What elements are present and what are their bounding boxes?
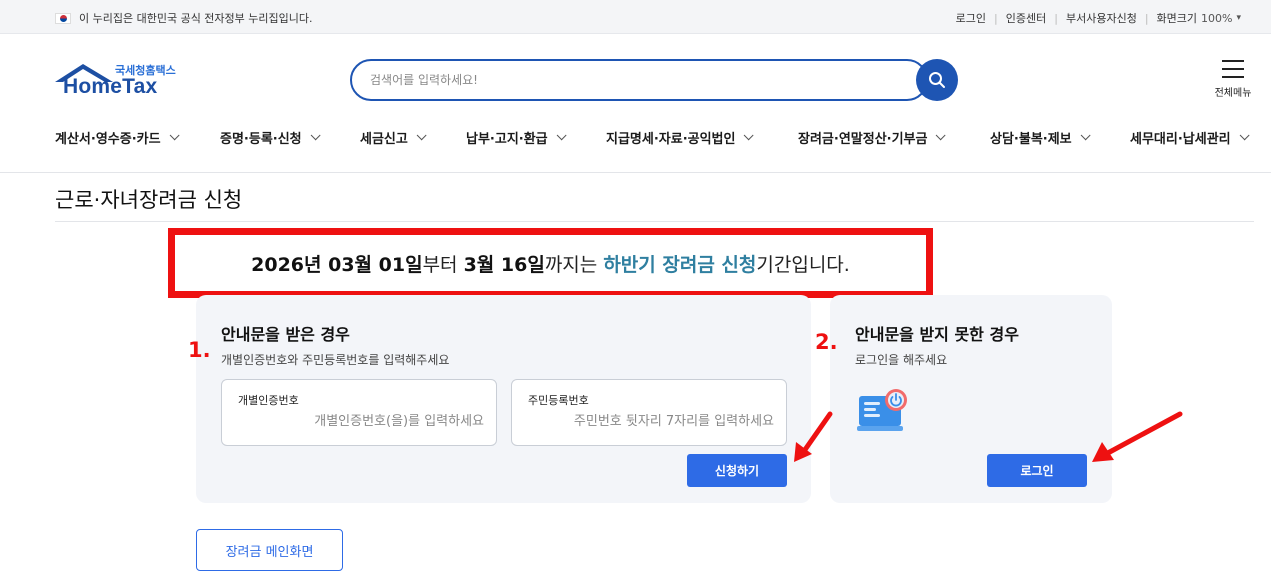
step-number-2: 2. xyxy=(815,330,838,354)
incentive-main-button[interactable]: 장려금 메인화면 xyxy=(196,529,343,571)
utility-links: 로그인 | 인증센터 | 부서사용자신청 | 화면크기 100% ▾ xyxy=(956,10,1241,26)
search-bar xyxy=(350,59,958,101)
field-label: 주민등록번호 xyxy=(528,394,589,407)
search-button[interactable] xyxy=(916,59,958,101)
notice-end-date: 3월 16일 xyxy=(463,253,545,276)
chevron-down-icon xyxy=(310,130,321,141)
divider: | xyxy=(1054,11,1058,25)
nav-item-label: 계산서·영수증·카드 xyxy=(55,132,161,147)
title-divider xyxy=(55,221,1254,222)
notice-start-date: 2026년 03월 01일 xyxy=(251,253,423,276)
nav-item-consulting[interactable]: 상담·불복·제보 xyxy=(990,128,1091,147)
nav-item-statements[interactable]: 지급명세·자료·공익법인 xyxy=(606,128,755,147)
notice-highlight: 하반기 장려금 신청 xyxy=(603,253,757,276)
chevron-down-icon xyxy=(416,130,427,141)
zoom-control[interactable]: 화면크기 100% ▾ xyxy=(1157,10,1241,26)
card-title: 안내문을 받은 경우 xyxy=(221,325,350,344)
card-description: 개별인증번호와 주민등록번호를 입력해주세요 xyxy=(221,353,450,367)
step-number-1: 1. xyxy=(188,338,211,362)
card-description: 로그인을 해주세요 xyxy=(855,353,948,367)
login-button[interactable]: 로그인 xyxy=(987,454,1087,487)
chevron-down-icon xyxy=(936,130,947,141)
notice-text: 부터 xyxy=(422,253,464,276)
cert-center-link[interactable]: 인증센터 xyxy=(1006,10,1046,26)
nav-item-label: 장려금·연말정산·기부금 xyxy=(798,132,928,147)
chevron-down-icon: ▾ xyxy=(1236,13,1241,23)
auth-number-field: 개별인증번호 xyxy=(221,379,497,446)
red-arrow-annotation xyxy=(1092,411,1183,462)
resident-number-input[interactable] xyxy=(534,414,774,429)
zoom-label: 화면크기 xyxy=(1156,12,1198,25)
nav-item-label: 세무대리·납세관리 xyxy=(1130,132,1231,147)
divider: | xyxy=(994,11,998,25)
nav-item-certificates[interactable]: 증명·등록·신청 xyxy=(220,128,321,147)
dept-user-link[interactable]: 부서사용자신청 xyxy=(1066,10,1137,26)
hometax-logo[interactable]: 국세청홈택스 HomeTax xyxy=(53,60,183,102)
page-title: 근로·자녀장려금 신청 xyxy=(55,188,243,212)
nav-divider xyxy=(0,172,1271,173)
nav-item-label: 납부·고지·환급 xyxy=(466,132,548,147)
notice-text: 까지는 xyxy=(544,253,604,276)
nav-item-tax-agent[interactable]: 세무대리·납세관리 xyxy=(1130,128,1250,147)
login-link[interactable]: 로그인 xyxy=(956,10,986,26)
nav-item-payment[interactable]: 납부·고지·환급 xyxy=(466,128,567,147)
field-label: 개별인증번호 xyxy=(238,394,299,407)
gov-notice: 이 누리집은 대한민국 공식 전자정부 누리집입니다. xyxy=(55,10,313,26)
laptop-login-icon xyxy=(857,389,907,431)
chevron-down-icon xyxy=(744,130,755,141)
card-title: 안내문을 받지 못한 경우 xyxy=(855,325,1019,344)
nav-item-tax-filing[interactable]: 세금신고 xyxy=(360,128,427,147)
nav-item-label: 상담·불복·제보 xyxy=(990,132,1072,147)
application-period-notice: 2026년 03월 01일 부터 3월 16일 까지는 하반기 장려금 신청 기간입니… xyxy=(168,228,933,298)
all-menu-label: 전체메뉴 xyxy=(1214,88,1252,99)
zoom-value: 100% xyxy=(1201,11,1233,25)
apply-button[interactable]: 신청하기 xyxy=(687,454,787,487)
red-arrow-annotation xyxy=(794,411,833,462)
all-menu-button[interactable]: 전체메뉴 xyxy=(1212,58,1254,100)
auth-number-input[interactable] xyxy=(244,414,484,429)
nav-item-label: 세금신고 xyxy=(360,132,408,147)
notice-received-card: 안내문을 받은 경우 개별인증번호와 주민등록번호를 입력해주세요 개별인증번호… xyxy=(196,295,811,503)
nav-item-incentives[interactable]: 장려금·연말정산·기부금 xyxy=(798,128,947,147)
hamburger-menu-icon xyxy=(1222,60,1244,78)
gov-notice-text: 이 누리집은 대한민국 공식 전자정부 누리집입니다. xyxy=(79,12,313,25)
chevron-down-icon xyxy=(556,130,567,141)
korea-flag-icon xyxy=(55,12,71,24)
chevron-down-icon xyxy=(1080,130,1091,141)
search-icon xyxy=(929,72,945,88)
gov-banner: 이 누리집은 대한민국 공식 전자정부 누리집입니다. 로그인 | 인증센터 |… xyxy=(0,0,1271,34)
nav-item-label: 지급명세·자료·공익법인 xyxy=(606,132,736,147)
nav-item-label: 증명·등록·신청 xyxy=(220,132,302,147)
chevron-down-icon xyxy=(169,130,180,141)
resident-number-field: 주민등록번호 xyxy=(511,379,787,446)
chevron-down-icon xyxy=(1239,130,1250,141)
logo-text: HomeTax xyxy=(63,75,158,98)
nav-item-receipts[interactable]: 계산서·영수증·카드 xyxy=(55,128,180,147)
search-input[interactable] xyxy=(350,59,928,101)
notice-text: 기간입니다. xyxy=(756,253,850,276)
main-nav: 계산서·영수증·카드 증명·등록·신청 세금신고 납부·고지·환급 지급명세·자… xyxy=(0,119,1271,159)
divider: | xyxy=(1144,11,1149,25)
